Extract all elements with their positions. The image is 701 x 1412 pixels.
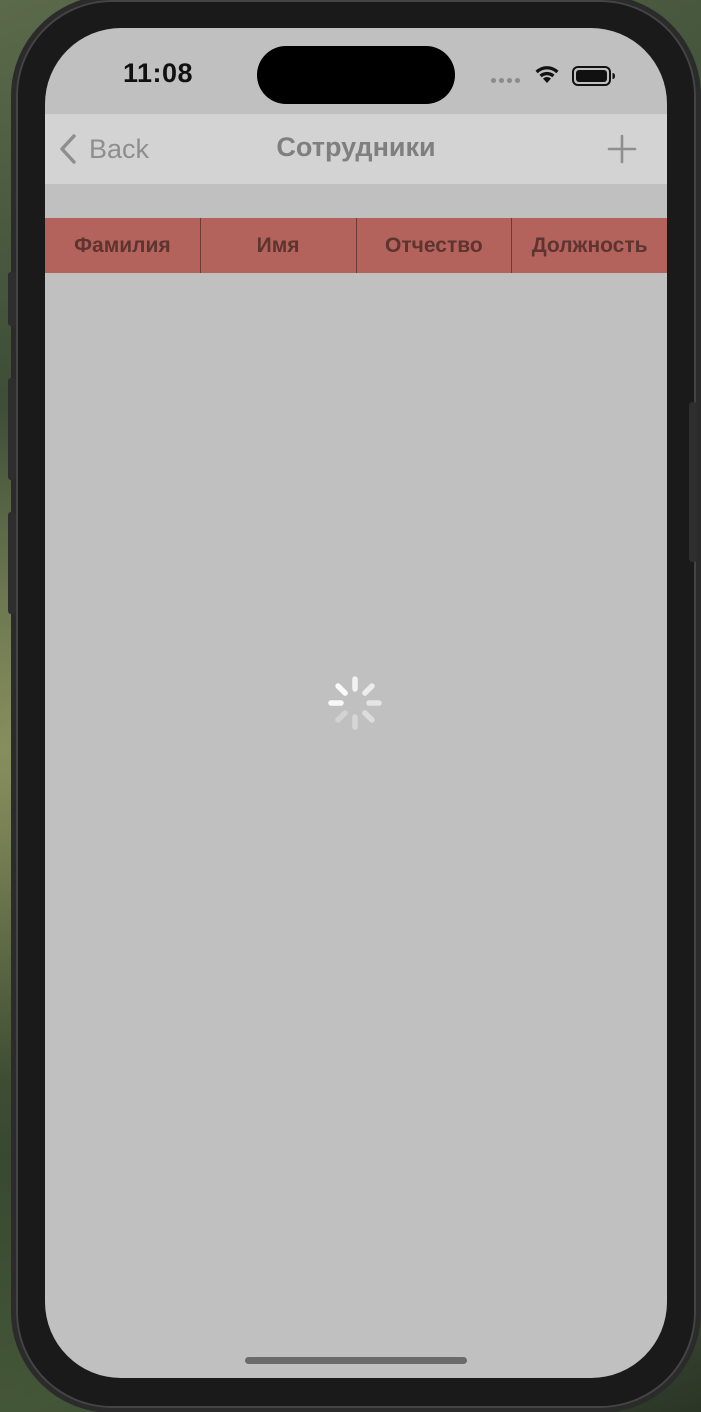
column-header-last-name[interactable]: Фамилия <box>45 218 201 273</box>
cellular-signal-icon <box>491 78 523 84</box>
wifi-icon <box>535 66 559 83</box>
navigation-bar: Back Сотрудники <box>45 114 667 184</box>
back-label: Back <box>89 133 150 164</box>
status-bar: 11:08 <box>45 28 667 114</box>
power-button <box>689 402 697 562</box>
dynamic-island <box>257 46 455 104</box>
column-header-patronymic[interactable]: Отчество <box>357 218 513 273</box>
home-indicator[interactable] <box>245 1357 467 1364</box>
loading-spinner-icon <box>328 676 382 730</box>
chevron-left-icon <box>60 134 76 164</box>
volume-up-button <box>8 378 16 480</box>
back-button[interactable]: Back <box>57 133 149 165</box>
column-header-position[interactable]: Должность <box>512 218 667 273</box>
action-button <box>8 272 16 326</box>
page-title: Сотрудники <box>276 132 436 162</box>
app-screen: 11:08 Back Сотрудники Фамилия Имя Отчест… <box>45 28 667 1378</box>
table-header: Фамилия Имя Отчество Должность <box>45 218 667 273</box>
column-header-first-name[interactable]: Имя <box>201 218 357 273</box>
status-time: 11:08 <box>123 58 194 88</box>
volume-down-button <box>8 512 16 614</box>
plus-icon[interactable] <box>607 134 637 164</box>
battery-icon <box>572 66 615 86</box>
